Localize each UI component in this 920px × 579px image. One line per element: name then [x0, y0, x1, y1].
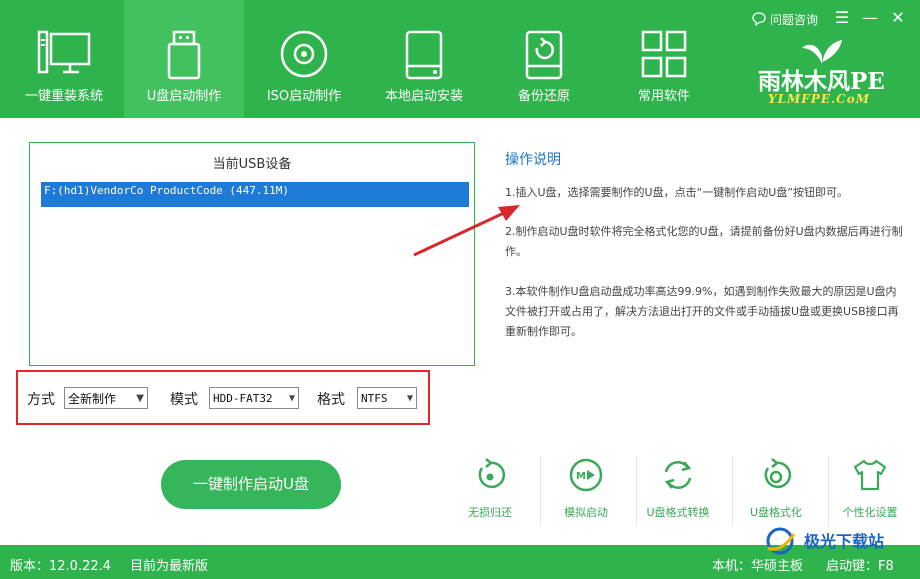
tab-label: U盘启动制作	[146, 89, 222, 104]
tab-label: 一键重装系统	[24, 89, 103, 104]
instruction-step-3: 3.本软件制作U盘启动盘成功率高达99.9%，如遇到制作失败最大的原因是U盘内文…	[505, 285, 899, 338]
tab-iso-boot[interactable]: ISO启动制作	[244, 0, 364, 118]
tool-format-convert[interactable]: U盘格式转换	[636, 452, 720, 532]
instruction-step-1: 1.插入U盘，选择需要制作的U盘，点击“一键制作启动U盘”按钮即可。	[505, 186, 849, 199]
logo-url: YLMFPE.CoM	[768, 92, 870, 106]
pattern-label: 模式	[170, 392, 198, 408]
tool-usb-format[interactable]: U盘格式化	[734, 452, 818, 532]
tab-backup-restore[interactable]: 备份还原	[484, 0, 604, 118]
watermark-text: 极光下载站	[804, 532, 885, 551]
tab-usb-boot[interactable]: U盘启动制作	[124, 0, 244, 118]
mode-label: 方式	[27, 392, 55, 408]
tool-lossless-restore[interactable]: 无损归还	[448, 452, 532, 532]
mode-value: 全新制作	[68, 391, 117, 406]
chevron-down-icon: ▼	[136, 392, 144, 404]
annotation-arrow-icon	[413, 205, 520, 257]
top-toolbar: 一键重装系统 U盘启动制作 ISO启动制作 本地启动安装 备份还原 常用软件 问…	[0, 0, 920, 118]
tool-label: U盘格式化	[749, 506, 803, 519]
one-click-make-button[interactable]: 一键制作启动U盘	[161, 460, 341, 509]
backup-drive-icon	[525, 30, 563, 80]
pattern-value: HDD-FAT32	[213, 391, 273, 405]
close-icon: ✕	[891, 8, 905, 27]
convert-icon	[664, 461, 692, 489]
svg-text:M: M	[576, 471, 586, 482]
usb-device-panel: 当前USB设备 F:(hd1)VendorCo ProductCode (447…	[29, 142, 475, 366]
watermark-logo-icon	[766, 527, 796, 555]
usb-device-item[interactable]: F:(hd1)VendorCo ProductCode (447.11M)	[41, 182, 469, 207]
tool-simulate-boot[interactable]: M 模拟启动	[544, 452, 628, 532]
monitor-icon	[37, 30, 91, 74]
format-value: NTFS	[361, 391, 388, 405]
version-text: 版本：12.0.22.4	[10, 559, 112, 574]
close-button[interactable]: ✕	[888, 8, 908, 28]
tab-common-software[interactable]: 常用软件	[604, 0, 724, 118]
restore-icon	[478, 458, 506, 489]
tab-label: 常用软件	[637, 89, 690, 104]
tool-personalize[interactable]: 个性化设置	[828, 452, 912, 532]
usb-drive-icon	[167, 30, 201, 80]
tool-divider	[732, 456, 733, 526]
format-label: 格式	[317, 392, 345, 408]
help-label: 问题咨询	[770, 12, 819, 27]
watermark: 极光下载站	[756, 522, 920, 562]
minimize-button[interactable]: —	[860, 8, 880, 28]
tab-label: ISO启动制作	[266, 89, 342, 104]
tool-label: 个性化设置	[842, 506, 898, 519]
tool-label: U盘格式转换	[646, 506, 710, 519]
help-consult-link[interactable]: 问题咨询	[752, 10, 818, 28]
chevron-down-icon: ▼	[406, 392, 413, 404]
instruction-step-2: 2.制作启动U盘时软件将完全格式化您的U盘，请提前备份好U盘内数据后再进行制作。	[505, 225, 903, 258]
menu-icon: ☰	[834, 8, 850, 27]
tab-label: 备份还原	[517, 89, 570, 104]
tool-divider	[540, 456, 541, 526]
grid-icon	[641, 30, 687, 78]
tab-one-click-reinstall[interactable]: 一键重装系统	[4, 0, 124, 118]
tshirt-icon	[853, 459, 887, 491]
menu-button[interactable]: ☰	[832, 8, 852, 28]
usb-panel-title: 当前USB设备	[212, 157, 292, 172]
simulate-boot-icon: M	[569, 458, 603, 492]
chat-bubble-icon	[752, 12, 766, 26]
pattern-select[interactable]: HDD-FAT32 ▼	[209, 387, 299, 409]
hard-drive-icon	[405, 30, 443, 80]
update-status: 目前为最新版	[130, 559, 209, 574]
mode-select[interactable]: 全新制作 ▼	[64, 387, 148, 409]
minimize-icon: —	[862, 8, 878, 27]
logo-text: 雨林木风PE	[758, 68, 885, 95]
tool-label: 模拟启动	[564, 506, 608, 519]
tools-row: 无损归还 M 模拟启动 U盘格式转换 U盘格式化 个性化设置	[448, 452, 920, 532]
format-icon	[764, 458, 792, 489]
tool-label: 无损归还	[468, 506, 512, 519]
tab-label: 本地启动安装	[384, 89, 463, 104]
options-row: 方式 全新制作 ▼ 模式 HDD-FAT32 ▼ 格式 NTFS ▼	[16, 370, 430, 425]
format-select[interactable]: NTFS ▼	[357, 387, 417, 409]
chevron-down-icon: ▼	[288, 392, 295, 404]
instructions-title: 操作说明	[505, 152, 561, 168]
brand-logo: 雨林木风PE YLMFPE.CoM	[758, 36, 908, 116]
tab-local-boot[interactable]: 本地启动安装	[364, 0, 484, 118]
disc-icon	[280, 30, 328, 78]
